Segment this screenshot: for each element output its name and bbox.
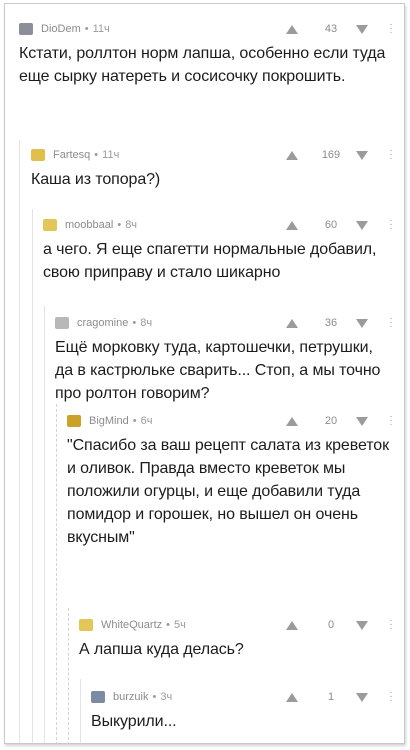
comment-text: А лапша куда делась? xyxy=(79,641,244,658)
separator-dot: • xyxy=(132,317,137,329)
comment: BigMind • 6ч 20 · · · "Спасибо за ваш реце… xyxy=(67,412,394,549)
downvote-icon[interactable] xyxy=(356,318,368,328)
author-name[interactable]: WhiteQuartz xyxy=(101,619,162,631)
more-options-icon[interactable]: · · · xyxy=(388,314,394,332)
comment-meta: BigMind • 6ч 20 · · · xyxy=(67,412,394,430)
upvote-icon[interactable] xyxy=(286,620,298,630)
avatar[interactable] xyxy=(43,219,57,231)
separator-dot: • xyxy=(117,219,122,231)
author-name[interactable]: DioDem xyxy=(41,23,81,35)
comment-score: 20 xyxy=(324,415,338,427)
avatar[interactable] xyxy=(91,691,105,703)
comment-time: 3ч xyxy=(160,691,173,703)
comment: moobbaal • 8ч 60 · · · а чего. Я еще спаге… xyxy=(43,216,394,284)
comment-text: а чего. Я еще спагетти нормальные добави… xyxy=(43,241,377,281)
downvote-icon[interactable] xyxy=(356,24,368,34)
more-options-icon[interactable]: · · · xyxy=(388,20,394,38)
avatar[interactable] xyxy=(79,619,93,631)
author-name[interactable]: moobbaal xyxy=(65,219,113,231)
downvote-icon[interactable] xyxy=(356,692,368,702)
more-options-icon[interactable]: · · · xyxy=(388,216,394,234)
upvote-icon[interactable] xyxy=(286,150,298,160)
comment-meta: Fartesq • 11ч 169 · · · xyxy=(31,146,394,164)
upvote-icon[interactable] xyxy=(286,692,298,702)
comment-meta: moobbaal • 8ч 60 · · · xyxy=(43,216,394,234)
downvote-icon[interactable] xyxy=(356,416,368,426)
comment: cragomine • 8ч 36 · · · Ещё морковку туда,… xyxy=(55,314,394,405)
thread-line[interactable] xyxy=(19,140,20,743)
avatar[interactable] xyxy=(55,317,69,329)
comment: burzuik • 3ч 1 · · · Выкурили... xyxy=(91,688,394,733)
comment-score: 60 xyxy=(324,219,338,231)
comment-meta: burzuik • 3ч 1 · · · xyxy=(91,688,394,706)
comment: DioDem • 11ч 43 · · · Кстати, роллтон норм… xyxy=(19,20,394,88)
comment-text: Кстати, роллтон норм лапша, особенно есл… xyxy=(19,45,386,85)
avatar[interactable] xyxy=(67,415,81,427)
downvote-icon[interactable] xyxy=(356,150,368,160)
comment-score: 0 xyxy=(327,619,335,631)
comment-time: 5ч xyxy=(174,619,186,631)
comment-meta: WhiteQuartz • 5ч 0 · · · xyxy=(79,616,394,634)
comment-score: 36 xyxy=(324,317,338,329)
comment-meta: DioDem • 11ч 43 · · · xyxy=(19,20,394,38)
comment: Fartesq • 11ч 169 · · · Каша из топора?) xyxy=(31,146,394,191)
more-options-icon[interactable]: · · · xyxy=(388,412,394,430)
comment-time: 8ч xyxy=(125,219,138,231)
more-options-icon[interactable]: · · · xyxy=(388,616,394,634)
separator-dot: • xyxy=(94,149,99,161)
thread-line[interactable] xyxy=(80,679,81,743)
thread-line[interactable] xyxy=(56,404,58,743)
comment-time: 8ч xyxy=(140,317,153,329)
comment-score: 169 xyxy=(321,149,341,161)
author-name[interactable]: Fartesq xyxy=(53,149,90,161)
more-options-icon[interactable]: · · · xyxy=(388,146,394,164)
comment-text: Выкурили... xyxy=(91,713,177,730)
thread-line[interactable] xyxy=(44,306,45,743)
comment-text: Каша из топора?) xyxy=(31,171,161,188)
downvote-icon[interactable] xyxy=(356,620,368,630)
separator-dot: • xyxy=(152,691,157,703)
comment-time: 11ч xyxy=(92,23,110,35)
author-name[interactable]: BigMind xyxy=(89,415,129,427)
more-options-icon[interactable]: · · · xyxy=(388,688,394,706)
author-name[interactable]: burzuik xyxy=(113,691,148,703)
separator-dot: • xyxy=(84,23,89,35)
upvote-icon[interactable] xyxy=(286,318,298,328)
thread-line[interactable] xyxy=(68,608,70,743)
upvote-icon[interactable] xyxy=(286,416,298,426)
author-name[interactable]: cragomine xyxy=(77,317,128,329)
upvote-icon[interactable] xyxy=(286,220,298,230)
thread-line[interactable] xyxy=(32,209,33,743)
comment-text: Ещё морковку туда, картошечки, петрушки,… xyxy=(55,339,381,402)
avatar[interactable] xyxy=(31,149,45,161)
comment-time: 6ч xyxy=(140,415,153,427)
upvote-icon[interactable] xyxy=(286,24,298,34)
avatar[interactable] xyxy=(19,23,33,35)
separator-dot: • xyxy=(166,619,170,631)
comment-meta: cragomine • 8ч 36 · · · xyxy=(55,314,394,332)
separator-dot: • xyxy=(132,415,137,427)
comment-time: 11ч xyxy=(102,149,120,161)
comment-score: 1 xyxy=(327,691,335,703)
downvote-icon[interactable] xyxy=(356,220,368,230)
comment-text: "Спасибо за ваш рецепт салата из кревето… xyxy=(67,437,389,546)
comment-score: 43 xyxy=(324,23,338,35)
comment-thread: DioDem • 11ч 43 · · · Кстати, роллтон норм… xyxy=(4,3,405,744)
comment: WhiteQuartz • 5ч 0 · · · А лапша куда дела… xyxy=(79,616,394,661)
